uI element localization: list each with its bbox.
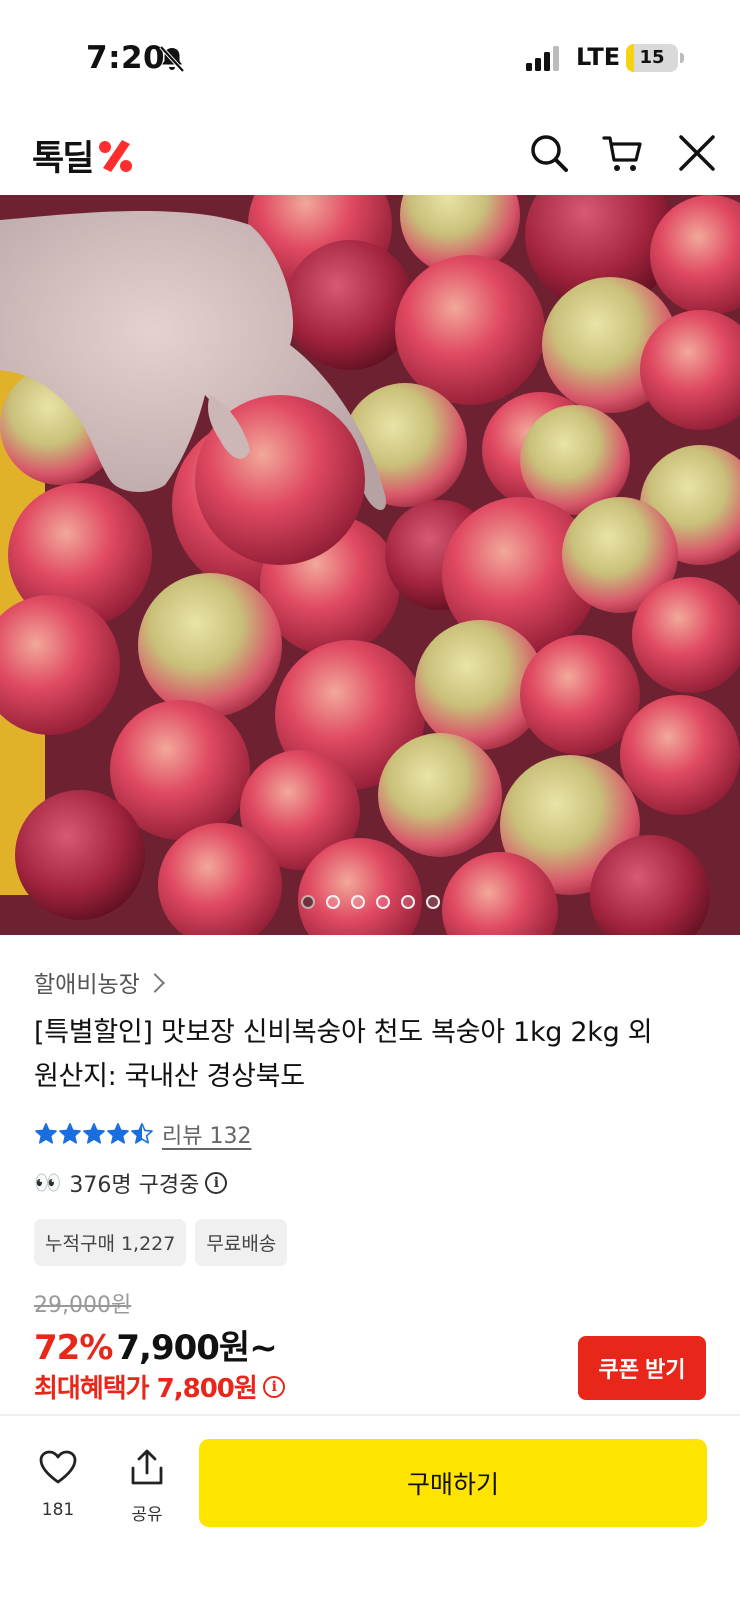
- carousel-dot[interactable]: [375, 895, 390, 909]
- share-label: 공유: [131, 1505, 163, 1525]
- search-icon[interactable]: [528, 132, 570, 174]
- top-nav: 톡딜: [0, 120, 740, 195]
- product-info: 할애비농장 [특별할인] 맛보장 신비복숭아 천도 복숭아 1kg 2kg 외 …: [34, 965, 714, 1266]
- carousel-dot[interactable]: [350, 895, 365, 909]
- bell-muted-icon: [159, 45, 185, 73]
- rating-row[interactable]: 리뷰 132: [34, 1117, 714, 1151]
- battery-icon: 15: [626, 44, 678, 72]
- bottom-action-bar: 181 공유 구매하기: [0, 1416, 740, 1609]
- benefit-info-icon[interactable]: i: [262, 1375, 285, 1398]
- chip-purchase-count: 누적구매 1,227: [34, 1219, 187, 1266]
- share-icon: [131, 1449, 163, 1485]
- buy-button[interactable]: 구매하기: [199, 1439, 707, 1527]
- sale-price: 7,900원~: [116, 1328, 277, 1368]
- coupon-button[interactable]: 쿠폰 받기: [578, 1336, 706, 1400]
- battery-level: 15: [639, 47, 665, 68]
- logo-text: 톡딜: [32, 139, 94, 179]
- product-photo: [0, 195, 740, 935]
- tag-chips: 누적구매 1,227 무료배송: [34, 1219, 714, 1266]
- percent-logo-icon: [99, 139, 133, 172]
- seller-link[interactable]: 할애비농장: [34, 965, 714, 999]
- carousel-indicator: [0, 895, 740, 909]
- heart-icon: [39, 1450, 77, 1484]
- price-row: 72% 7,900원~: [34, 1320, 278, 1369]
- status-time: 7:20: [86, 40, 166, 76]
- carousel-dot[interactable]: [300, 895, 315, 909]
- discount-rate: 72%: [34, 1328, 113, 1368]
- carousel-dot[interactable]: [325, 895, 340, 909]
- star-icon: [131, 1123, 153, 1144]
- star-rating: [34, 1122, 154, 1146]
- star-icon: [83, 1123, 105, 1144]
- max-benefit-text: 최대혜택가 7,800원: [34, 1374, 258, 1404]
- share-button[interactable]: 공유: [117, 1448, 177, 1525]
- product-title-line1: [특별할인] 맛보장 신비복숭아 천도 복숭아 1kg 2kg 외: [34, 1017, 653, 1048]
- max-benefit-price: 최대혜택가 7,800원 i: [34, 1368, 285, 1405]
- network-label: LTE: [576, 43, 621, 71]
- close-icon[interactable]: [676, 132, 718, 174]
- original-price: 29,000원: [34, 1293, 132, 1318]
- product-title: [특별할인] 맛보장 신비복숭아 천도 복숭아 1kg 2kg 외 원산지: 국…: [34, 1011, 714, 1099]
- status-bar: 7:20 LTE 15: [0, 0, 740, 120]
- product-title-line2: 원산지: 국내산 경상북도: [34, 1061, 305, 1092]
- review-link[interactable]: 리뷰 132: [162, 1118, 251, 1150]
- app-logo[interactable]: 톡딜: [32, 130, 136, 181]
- carousel-dot[interactable]: [400, 895, 415, 909]
- viewers-text: 376명 구경중: [69, 1173, 200, 1198]
- seller-name: 할애비농장: [34, 972, 140, 998]
- product-image-carousel[interactable]: [0, 195, 740, 935]
- signal-icon: [526, 46, 559, 71]
- cart-icon[interactable]: [602, 132, 644, 174]
- like-button[interactable]: 181: [28, 1448, 88, 1520]
- like-count: 181: [41, 1500, 75, 1520]
- chip-free-shipping: 무료배송: [195, 1219, 288, 1266]
- eyes-icon: 👀: [34, 1170, 62, 1196]
- info-icon[interactable]: i: [205, 1172, 228, 1194]
- battery-nub: [680, 53, 684, 63]
- star-icon: [107, 1123, 129, 1144]
- carousel-dot[interactable]: [425, 895, 440, 909]
- star-icon: [59, 1123, 81, 1144]
- viewers-row: 👀 376명 구경중 i: [34, 1163, 714, 1203]
- chevron-right-icon: [144, 973, 165, 993]
- star-icon: [35, 1123, 57, 1144]
